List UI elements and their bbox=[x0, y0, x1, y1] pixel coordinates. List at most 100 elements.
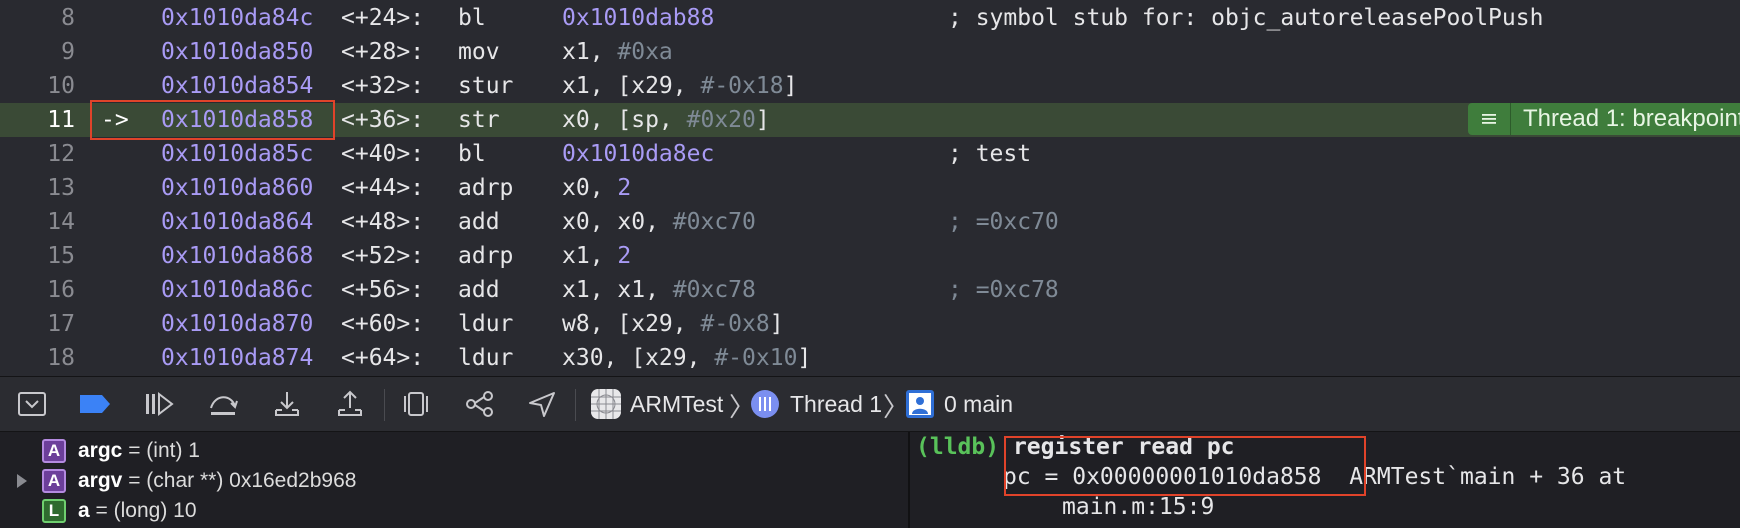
list-lines-icon bbox=[1468, 103, 1511, 135]
local-badge-icon: L bbox=[42, 499, 66, 523]
disassembly-row[interactable]: 8 0x1010da84c <+24>: bl 0x1010dab88 ; symbol … bbox=[0, 1, 1740, 35]
instruction-offset: <+32>: bbox=[341, 73, 425, 99]
instruction-comment: ; =0xc70 bbox=[948, 209, 1059, 235]
operand-token: 0x1010dab88 bbox=[562, 5, 715, 31]
instruction-comment: ; =0xc78 bbox=[948, 277, 1059, 303]
instruction-operands: x1, #0xa bbox=[562, 35, 673, 69]
instruction-mnemonic: adrp bbox=[458, 243, 514, 269]
disassembly-view[interactable]: 8 0x1010da84c <+24>: bl 0x1010dab88 ; symbol … bbox=[0, 0, 1740, 376]
line-number[interactable]: 12 bbox=[0, 137, 75, 171]
disassembly-row[interactable]: 15 0x1010da868 <+52>: adrp x1, 2 bbox=[0, 239, 1740, 273]
console-continuation-line: main.m:15:9 bbox=[1062, 494, 1215, 520]
line-number[interactable]: 14 bbox=[0, 205, 75, 239]
line-number[interactable]: 18 bbox=[0, 341, 75, 375]
operand-token: ] bbox=[797, 345, 812, 371]
instruction-operands: x1, x1, #0xc78 bbox=[562, 273, 756, 307]
operand-token: 0x1010da8ec bbox=[562, 141, 715, 167]
disassembly-row[interactable]: 18 0x1010da874 <+64>: ldur x30, [x29, #-0x10… bbox=[0, 341, 1740, 375]
variable-row[interactable]: L a = (long) 10 bbox=[0, 496, 908, 526]
view-hierarchy-icon[interactable] bbox=[398, 386, 434, 422]
instruction-mnemonic: add bbox=[458, 277, 500, 303]
instruction-address: 0x1010da874 bbox=[161, 345, 314, 371]
step-into-icon[interactable] bbox=[269, 386, 305, 422]
variable-row[interactable]: A argv = (char **) 0x16ed2b968 bbox=[0, 466, 908, 496]
line-number[interactable]: 8 bbox=[0, 1, 75, 35]
continue-icon[interactable] bbox=[141, 386, 177, 422]
instruction-address: 0x1010da868 bbox=[161, 243, 314, 269]
breadcrumb-frame-label: 0 main bbox=[944, 390, 1014, 417]
breadcrumb-thread-label: Thread 1 bbox=[790, 390, 883, 417]
breadcrumb-frame[interactable]: 0 main bbox=[906, 385, 1013, 423]
instruction-offset: <+48>: bbox=[341, 209, 425, 235]
operand-token: 2 bbox=[617, 243, 632, 269]
toolbar-separator bbox=[384, 389, 385, 421]
instruction-operands: x1, 2 bbox=[562, 239, 631, 273]
instruction-operands: w8, [x29, #-0x8] bbox=[562, 307, 784, 341]
step-over-icon[interactable] bbox=[205, 386, 241, 422]
instruction-offset: <+24>: bbox=[341, 5, 425, 31]
instruction-address: 0x1010da85c bbox=[161, 141, 314, 167]
operand-token: x1, x1, bbox=[562, 277, 673, 303]
instruction-offset: <+36>: bbox=[341, 107, 425, 133]
operand-token: x1, [x29, bbox=[562, 73, 701, 99]
line-number[interactable]: 15 bbox=[0, 239, 75, 273]
instruction-mnemonic: bl bbox=[458, 141, 486, 167]
variable-name: argc bbox=[78, 439, 123, 462]
line-number[interactable]: 16 bbox=[0, 273, 75, 307]
disassembly-row[interactable]: 13 0x1010da860 <+44>: adrp x0, 2 bbox=[0, 171, 1740, 205]
instruction-operands: x0, x0, #0xc70 bbox=[562, 205, 756, 239]
breakpoints-toggle-icon[interactable] bbox=[77, 386, 113, 422]
operand-token: #0x20 bbox=[686, 107, 756, 133]
lldb-console[interactable]: (lldb) register read pc pc = 0x000000010… bbox=[910, 432, 1740, 528]
line-number[interactable]: 9 bbox=[0, 35, 75, 69]
line-number[interactable]: 13 bbox=[0, 171, 75, 205]
line-number[interactable]: 10 bbox=[0, 69, 75, 103]
debug-toolbar: ARMTest 〉 Thread 1 〉 0 main bbox=[0, 376, 1740, 432]
disassembly-row[interactable]: 10 0x1010da854 <+32>: stur x1, [x29, #-0x18] bbox=[0, 69, 1740, 103]
operand-token: w8, [x29, bbox=[562, 311, 701, 337]
step-out-icon[interactable] bbox=[332, 386, 368, 422]
line-number[interactable]: 11 bbox=[0, 103, 75, 137]
instruction-mnemonic: ldur bbox=[458, 345, 514, 371]
instruction-address: 0x1010da860 bbox=[161, 175, 314, 201]
operand-token: x1, bbox=[562, 243, 618, 269]
disassembly-row[interactable]: 14 0x1010da864 <+48>: add x0, x0, #0xc70 ; =0… bbox=[0, 205, 1740, 239]
instruction-operands: x0, 2 bbox=[562, 171, 631, 205]
app-icon bbox=[590, 388, 622, 420]
line-number[interactable]: 17 bbox=[0, 307, 75, 341]
instruction-operands: x1, [x29, #-0x18] bbox=[562, 69, 797, 103]
instruction-offset: <+64>: bbox=[341, 345, 425, 371]
memory-graph-icon[interactable] bbox=[462, 386, 498, 422]
instruction-comment: ; test bbox=[948, 141, 1032, 167]
current-instruction-highlight bbox=[90, 100, 335, 140]
instruction-offset: <+52>: bbox=[341, 243, 425, 269]
variables-view[interactable]: A argc = (int) 1 A argv = (char **) 0x16… bbox=[0, 432, 908, 528]
disassembly-row[interactable]: 12 0x1010da85c <+40>: bl 0x1010da8ec ; test bbox=[0, 137, 1740, 171]
operand-token: x0, [sp, bbox=[562, 107, 687, 133]
variable-value: = (int) 1 bbox=[122, 439, 200, 462]
breadcrumb-app[interactable]: ARMTest bbox=[590, 385, 723, 423]
instruction-offset: <+44>: bbox=[341, 175, 425, 201]
disclosure-triangle-icon[interactable] bbox=[17, 474, 27, 488]
instruction-operands: x30, [x29, #-0x10] bbox=[562, 341, 811, 375]
console-result-tail: ARMTest`main + 36 at bbox=[1321, 464, 1627, 490]
instruction-mnemonic: str bbox=[458, 107, 500, 133]
operand-token: x1, bbox=[562, 39, 618, 65]
thread-icon bbox=[750, 389, 780, 419]
instruction-offset: <+40>: bbox=[341, 141, 425, 167]
breakpoint-badge[interactable]: Thread 1: breakpoint bbox=[1468, 103, 1740, 135]
instruction-comment: ; symbol stub for: objc_autoreleasePoolP… bbox=[948, 5, 1544, 31]
instruction-address: 0x1010da854 bbox=[161, 73, 314, 99]
frame-person-icon bbox=[906, 390, 934, 418]
disassembly-row[interactable]: 16 0x1010da86c <+56>: add x1, x1, #0xc78 ; =0… bbox=[0, 273, 1740, 307]
simulate-location-icon[interactable] bbox=[524, 386, 560, 422]
hide-debug-area-icon[interactable] bbox=[14, 386, 50, 422]
operand-token: #-0x8 bbox=[700, 311, 770, 337]
disassembly-row[interactable]: 9 0x1010da850 <+28>: mov x1, #0xa bbox=[0, 35, 1740, 69]
instruction-mnemonic: stur bbox=[458, 73, 514, 99]
operand-token: #-0x18 bbox=[700, 73, 784, 99]
disassembly-row[interactable]: 17 0x1010da870 <+60>: ldur w8, [x29, #-0x8] bbox=[0, 307, 1740, 341]
breadcrumb-thread[interactable]: Thread 1 bbox=[750, 385, 882, 423]
instruction-mnemonic: add bbox=[458, 209, 500, 235]
variable-row[interactable]: A argc = (int) 1 bbox=[0, 436, 908, 466]
